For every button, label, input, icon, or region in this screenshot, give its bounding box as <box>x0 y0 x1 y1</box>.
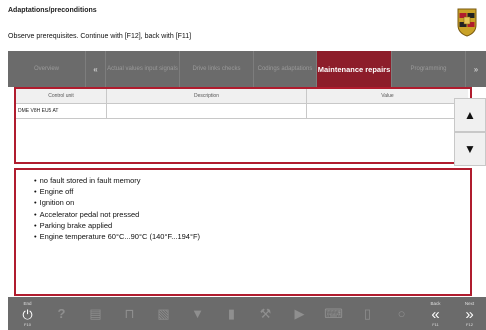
tab-bar: Overview « Actual values input signals D… <box>8 51 486 87</box>
filter-button[interactable]: ▼ <box>182 297 213 330</box>
cell-description <box>107 104 307 118</box>
vehicle-button[interactable]: ▧ <box>148 297 179 330</box>
tab-actual-values[interactable]: Actual values input signals <box>106 51 180 87</box>
play-icon: ▶ <box>294 306 305 321</box>
instruction-text: Observe prerequisites. Continue with [F1… <box>8 33 192 40</box>
tab-scroll-left[interactable]: « <box>86 51 106 87</box>
list-item: no fault stored in fault memory <box>34 175 200 186</box>
end-button[interactable]: End ⏻ F10 <box>12 297 43 330</box>
bottom-toolbar: End ⏻ F10 ? ▤ ⊓ ▧ ▼ ▮ ⚒ ▶ ⌨ ▯ ○ Back « F… <box>8 297 486 330</box>
back-button[interactable]: Back « F11 <box>420 297 451 330</box>
triangle-up-icon: ▲ <box>464 108 476 122</box>
funnel-icon: ▼ <box>191 306 204 321</box>
tab-scroll-right[interactable]: » <box>466 51 486 87</box>
power-icon: ⏻ <box>22 306 33 322</box>
keyboard-icon: ⌨ <box>324 306 343 321</box>
tab-drive-links[interactable]: Drive links checks <box>180 51 254 87</box>
scroll-up-button[interactable]: ▲ <box>454 98 486 132</box>
keyboard-button[interactable]: ⌨ <box>318 297 349 330</box>
signal-wave-icon: ⊓ <box>124 306 135 321</box>
tester-button[interactable]: ▤ <box>80 297 111 330</box>
cell-control-unit: DME V8H EU5 AT <box>16 104 107 118</box>
play-button[interactable]: ▶ <box>284 297 315 330</box>
chevrons-right-icon: » <box>465 305 474 323</box>
control-unit-table: Control unit Description Value DME V8H E… <box>14 87 472 164</box>
info-button[interactable]: ○ <box>386 297 417 330</box>
car-icon: ▧ <box>157 306 170 321</box>
column-value: Value <box>381 93 394 99</box>
circle-icon: ○ <box>397 306 406 321</box>
print-button[interactable]: ▯ <box>352 297 383 330</box>
column-control-unit: Control unit <box>16 89 107 103</box>
trash-icon: ▮ <box>227 306 236 321</box>
list-item: Ignition on <box>34 197 200 208</box>
list-item: Accelerator pedal not pressed <box>34 209 200 220</box>
column-description: Description <box>107 89 307 103</box>
tab-programming[interactable]: Programming <box>392 51 466 87</box>
cell-value <box>307 104 468 118</box>
tools-button[interactable]: ⚒ <box>250 297 281 330</box>
preconditions-list: no fault stored in fault memory Engine o… <box>34 175 200 242</box>
list-item: Engine off <box>34 186 200 197</box>
list-item: Parking brake applied <box>34 220 200 231</box>
list-item: Engine temperature 60°C...90°C (140°F...… <box>34 231 200 242</box>
preconditions-panel: no fault stored in fault memory Engine o… <box>14 168 472 296</box>
triangle-down-icon: ▼ <box>464 142 476 156</box>
table-header: Control unit Description Value <box>16 89 468 104</box>
scroll-down-button[interactable]: ▼ <box>454 132 486 166</box>
document-icon: ▯ <box>363 306 372 321</box>
measurement-button[interactable]: ⊓ <box>114 297 145 330</box>
delete-button[interactable]: ▮ <box>216 297 247 330</box>
table-row[interactable]: DME V8H EU5 AT <box>16 104 468 119</box>
tab-codings[interactable]: Codings adaptations <box>254 51 317 87</box>
porsche-crest-logo <box>457 8 477 37</box>
wrench-icon: ⚒ <box>259 306 272 321</box>
tab-maintenance[interactable]: Maintenance repairs <box>317 51 392 87</box>
tab-overview[interactable]: Overview <box>8 51 86 87</box>
screen-icon: ▤ <box>89 306 102 321</box>
help-button[interactable]: ? <box>46 297 77 330</box>
page-title: Adaptations/preconditions <box>8 7 97 14</box>
next-button[interactable]: Next » F12 <box>454 297 485 330</box>
question-mark-icon: ? <box>57 306 66 321</box>
chevrons-left-icon: « <box>431 305 440 323</box>
